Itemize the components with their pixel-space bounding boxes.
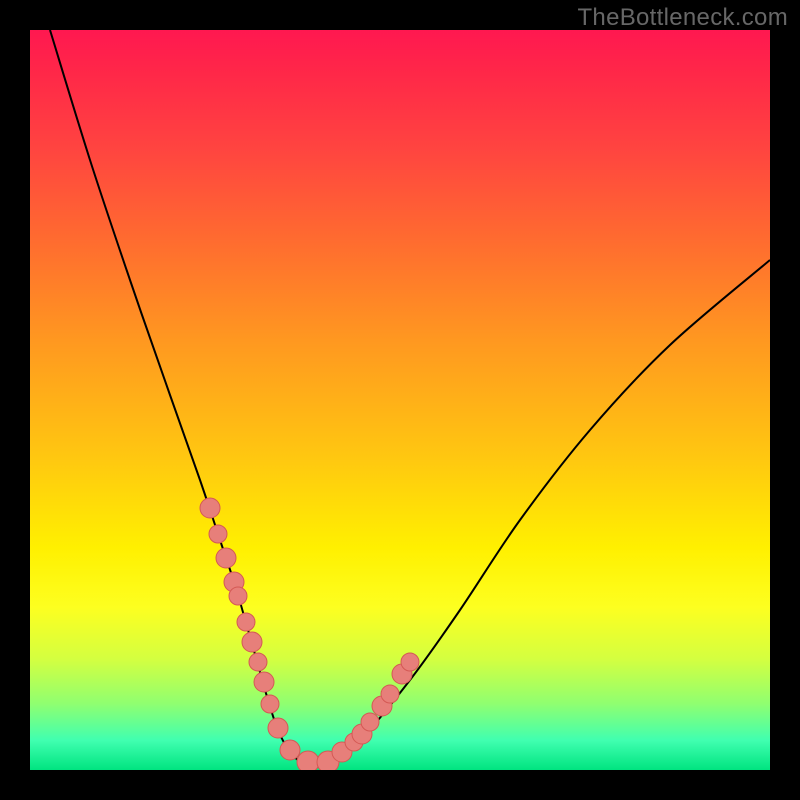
- watermark-text: TheBottleneck.com: [577, 4, 788, 32]
- highlight-dot: [280, 740, 300, 760]
- highlight-dot: [381, 685, 399, 703]
- highlight-dot: [237, 613, 255, 631]
- highlight-dot: [261, 695, 279, 713]
- plot-area: [30, 30, 770, 770]
- highlight-dot: [249, 653, 267, 671]
- highlight-dot: [242, 632, 262, 652]
- highlight-dots: [200, 498, 419, 770]
- highlight-dot: [254, 672, 274, 692]
- highlight-dot: [268, 718, 288, 738]
- curve-svg: [30, 30, 770, 770]
- highlight-dot: [361, 713, 379, 731]
- highlight-dot: [401, 653, 419, 671]
- chart-container: TheBottleneck.com: [0, 0, 800, 800]
- highlight-dot: [229, 587, 247, 605]
- highlight-dot: [216, 548, 236, 568]
- highlight-dot: [209, 525, 227, 543]
- highlight-dot: [297, 751, 319, 770]
- highlight-dot: [200, 498, 220, 518]
